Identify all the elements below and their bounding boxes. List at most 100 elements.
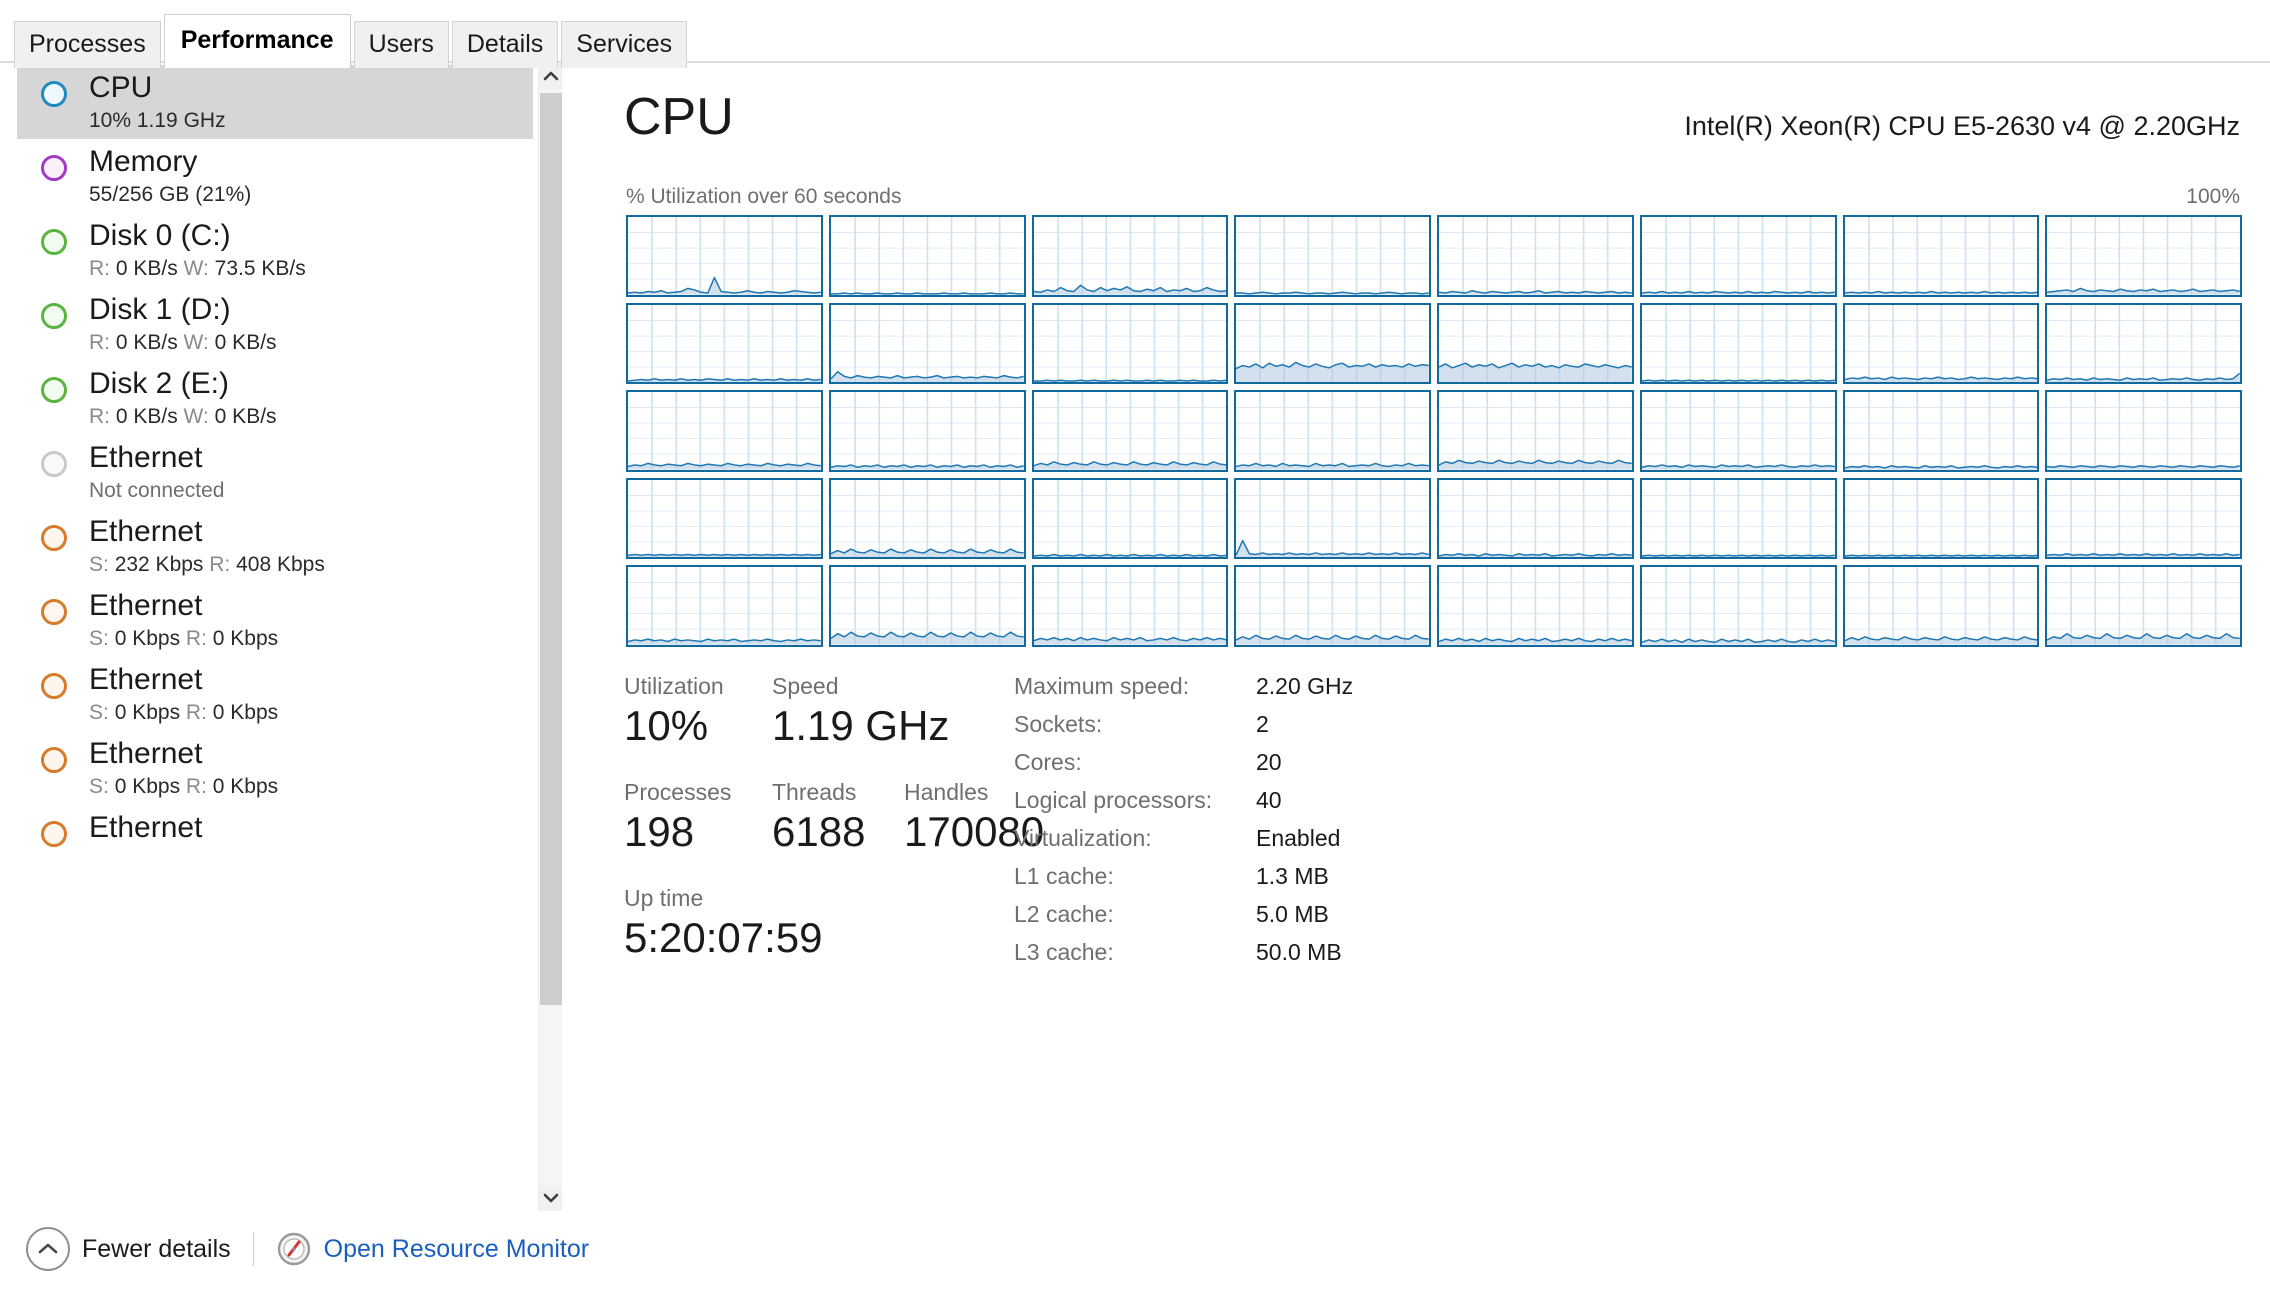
spec-value: 20 — [1256, 749, 1282, 775]
eth-indicator-icon — [41, 525, 67, 551]
cpu-core-graph[interactable] — [1842, 215, 2040, 297]
cpu-core-graph[interactable] — [626, 302, 823, 385]
sidebar-item-disk-1-d[interactable]: Disk 1 (D:) R: 0 KB/s W: 0 KB/s — [17, 287, 533, 361]
cpu-core-graph[interactable] — [626, 215, 823, 297]
tab-processes[interactable]: Processes — [14, 21, 161, 68]
cpu-core-graph[interactable] — [1234, 215, 1431, 297]
spec-value: 50.0 MB — [1256, 939, 1342, 965]
cpu-core-graph[interactable] — [828, 477, 1026, 560]
cpu-core-graph[interactable] — [2045, 565, 2242, 647]
tab-performance[interactable]: Performance — [163, 14, 351, 68]
sidebar-item-disk-2-e[interactable]: Disk 2 (E:) R: 0 KB/s W: 0 KB/s — [17, 361, 533, 435]
stat-value: 5:20:07:59 — [624, 914, 823, 961]
tab-services[interactable]: Services — [561, 21, 688, 68]
cpu-core-graph[interactable] — [1639, 565, 1837, 647]
eth-off-indicator-icon — [41, 451, 67, 477]
cpu-core-graph[interactable] — [1842, 477, 2040, 560]
spec-row: Cores: 20 — [1014, 751, 1474, 789]
sidebar-item-title: Ethernet — [89, 589, 203, 622]
sidebar-item-ethernet[interactable]: Ethernet S: 0 Kbps R: 0 Kbps — [17, 657, 533, 731]
cpu-core-graph[interactable] — [1842, 565, 2040, 647]
cpu-core-graph[interactable] — [1437, 390, 1634, 472]
sidebar-item-title: Ethernet — [89, 441, 203, 474]
spec-row: L2 cache: 5.0 MB — [1014, 903, 1474, 941]
cpu-core-graph[interactable] — [2045, 390, 2242, 472]
stat-value: 198 — [624, 808, 695, 855]
eth-indicator-icon — [41, 821, 67, 847]
sidebar-scrollbar[interactable] — [538, 63, 563, 1211]
spec-value: 5.0 MB — [1256, 901, 1329, 927]
cpu-core-graph[interactable] — [1639, 390, 1837, 472]
sidebar-item-title: CPU — [89, 71, 153, 104]
cpu-core-graph[interactable] — [1031, 565, 1229, 647]
spec-label: L1 cache: — [1014, 863, 1114, 889]
sidebar-item-ethernet[interactable]: Ethernet Not connected — [17, 435, 533, 509]
sidebar-item-memory[interactable]: Memory 55/256 GB (21%) — [17, 139, 533, 213]
spec-value: 2 — [1256, 711, 1269, 737]
cpu-core-graph[interactable] — [1639, 215, 1837, 297]
cpu-core-graph[interactable] — [2045, 302, 2242, 385]
sidebar-item-ethernet[interactable]: Ethernet S: 0 Kbps R: 0 Kbps — [17, 583, 533, 657]
tab-list: Processes Performance Users Details Services — [14, 14, 690, 68]
cpu-core-graph[interactable] — [1842, 390, 2040, 472]
logical-processor-graph-grid[interactable] — [626, 215, 2242, 647]
spec-label: L3 cache: — [1014, 939, 1114, 965]
sidebar-item-subtitle: S: 0 Kbps R: 0 Kbps — [89, 775, 279, 798]
tab-users[interactable]: Users — [353, 21, 449, 68]
cpu-core-graph[interactable] — [1437, 565, 1634, 647]
cpu-core-graph[interactable] — [626, 477, 823, 560]
cpu-core-graph[interactable] — [1234, 390, 1431, 472]
cpu-core-graph[interactable] — [1437, 215, 1634, 297]
spec-row: Sockets: 2 — [1014, 713, 1474, 751]
stat-label: Speed — [772, 673, 839, 699]
spec-value: 40 — [1256, 787, 1282, 813]
stat-label: Up time — [624, 885, 704, 911]
spec-value: Enabled — [1256, 825, 1341, 851]
footer-separator — [252, 1232, 254, 1266]
tab-details[interactable]: Details — [451, 21, 559, 68]
cpu-core-graph[interactable] — [828, 215, 1026, 297]
cpu-core-graph[interactable] — [1234, 477, 1431, 560]
cpu-core-graph[interactable] — [1639, 477, 1837, 560]
cpu-core-graph[interactable] — [1639, 302, 1837, 385]
cpu-core-graph[interactable] — [626, 565, 823, 647]
cpu-core-graph[interactable] — [1031, 215, 1229, 297]
cpu-core-graph[interactable] — [1234, 565, 1431, 647]
cpu-core-graph[interactable] — [1437, 477, 1634, 560]
sidebar-item-ethernet[interactable]: Ethernet S: 0 Kbps R: 0 Kbps — [17, 731, 533, 805]
scroll-down-button[interactable] — [539, 1185, 563, 1211]
cpu-core-graph[interactable] — [1031, 302, 1229, 385]
resource-monitor-icon — [276, 1231, 312, 1267]
cpu-core-graph[interactable] — [2045, 215, 2242, 297]
cpu-core-graph[interactable] — [1031, 477, 1229, 560]
sidebar-item-cpu[interactable]: CPU 10% 1.19 GHz — [17, 65, 533, 139]
sidebar-item-title: Disk 1 (D:) — [89, 293, 231, 326]
sidebar-item-subtitle: R: 0 KB/s W: 73.5 KB/s — [89, 257, 306, 280]
sidebar-item-title: Ethernet — [89, 515, 203, 548]
sidebar-item-disk-0-c[interactable]: Disk 0 (C:) R: 0 KB/s W: 73.5 KB/s — [17, 213, 533, 287]
cpu-core-graph[interactable] — [828, 302, 1026, 385]
sidebar-item-subtitle: 10% 1.19 GHz — [89, 109, 226, 132]
fewer-details-button[interactable]: Fewer details — [26, 1227, 231, 1271]
memory-indicator-icon — [41, 155, 67, 181]
sidebar-item-ethernet[interactable]: Ethernet S: 232 Kbps R: 408 Kbps — [17, 509, 533, 583]
cpu-core-graph[interactable] — [828, 565, 1026, 647]
spec-row: L1 cache: 1.3 MB — [1014, 865, 1474, 903]
cpu-core-graph[interactable] — [1437, 302, 1634, 385]
sidebar-item-subtitle: R: 0 KB/s W: 0 KB/s — [89, 331, 277, 354]
sidebar-item-title: Memory — [89, 145, 198, 178]
sidebar-item-ethernet[interactable]: Ethernet — [17, 805, 533, 879]
spec-label: L2 cache: — [1014, 901, 1114, 927]
cpu-core-graph[interactable] — [1031, 390, 1229, 472]
disk-indicator-icon — [41, 377, 67, 403]
scrollbar-thumb[interactable] — [540, 93, 562, 1005]
cpu-core-graph[interactable] — [626, 390, 823, 472]
sidebar-item-subtitle: S: 0 Kbps R: 0 Kbps — [89, 701, 279, 724]
stat-label: Threads — [772, 779, 857, 805]
cpu-core-graph[interactable] — [1842, 302, 2040, 385]
cpu-core-graph[interactable] — [2045, 477, 2242, 560]
open-resource-monitor-link[interactable]: Open Resource Monitor — [276, 1231, 589, 1267]
cpu-core-graph[interactable] — [828, 390, 1026, 472]
stat-label: Processes — [624, 779, 732, 805]
cpu-core-graph[interactable] — [1234, 302, 1431, 385]
